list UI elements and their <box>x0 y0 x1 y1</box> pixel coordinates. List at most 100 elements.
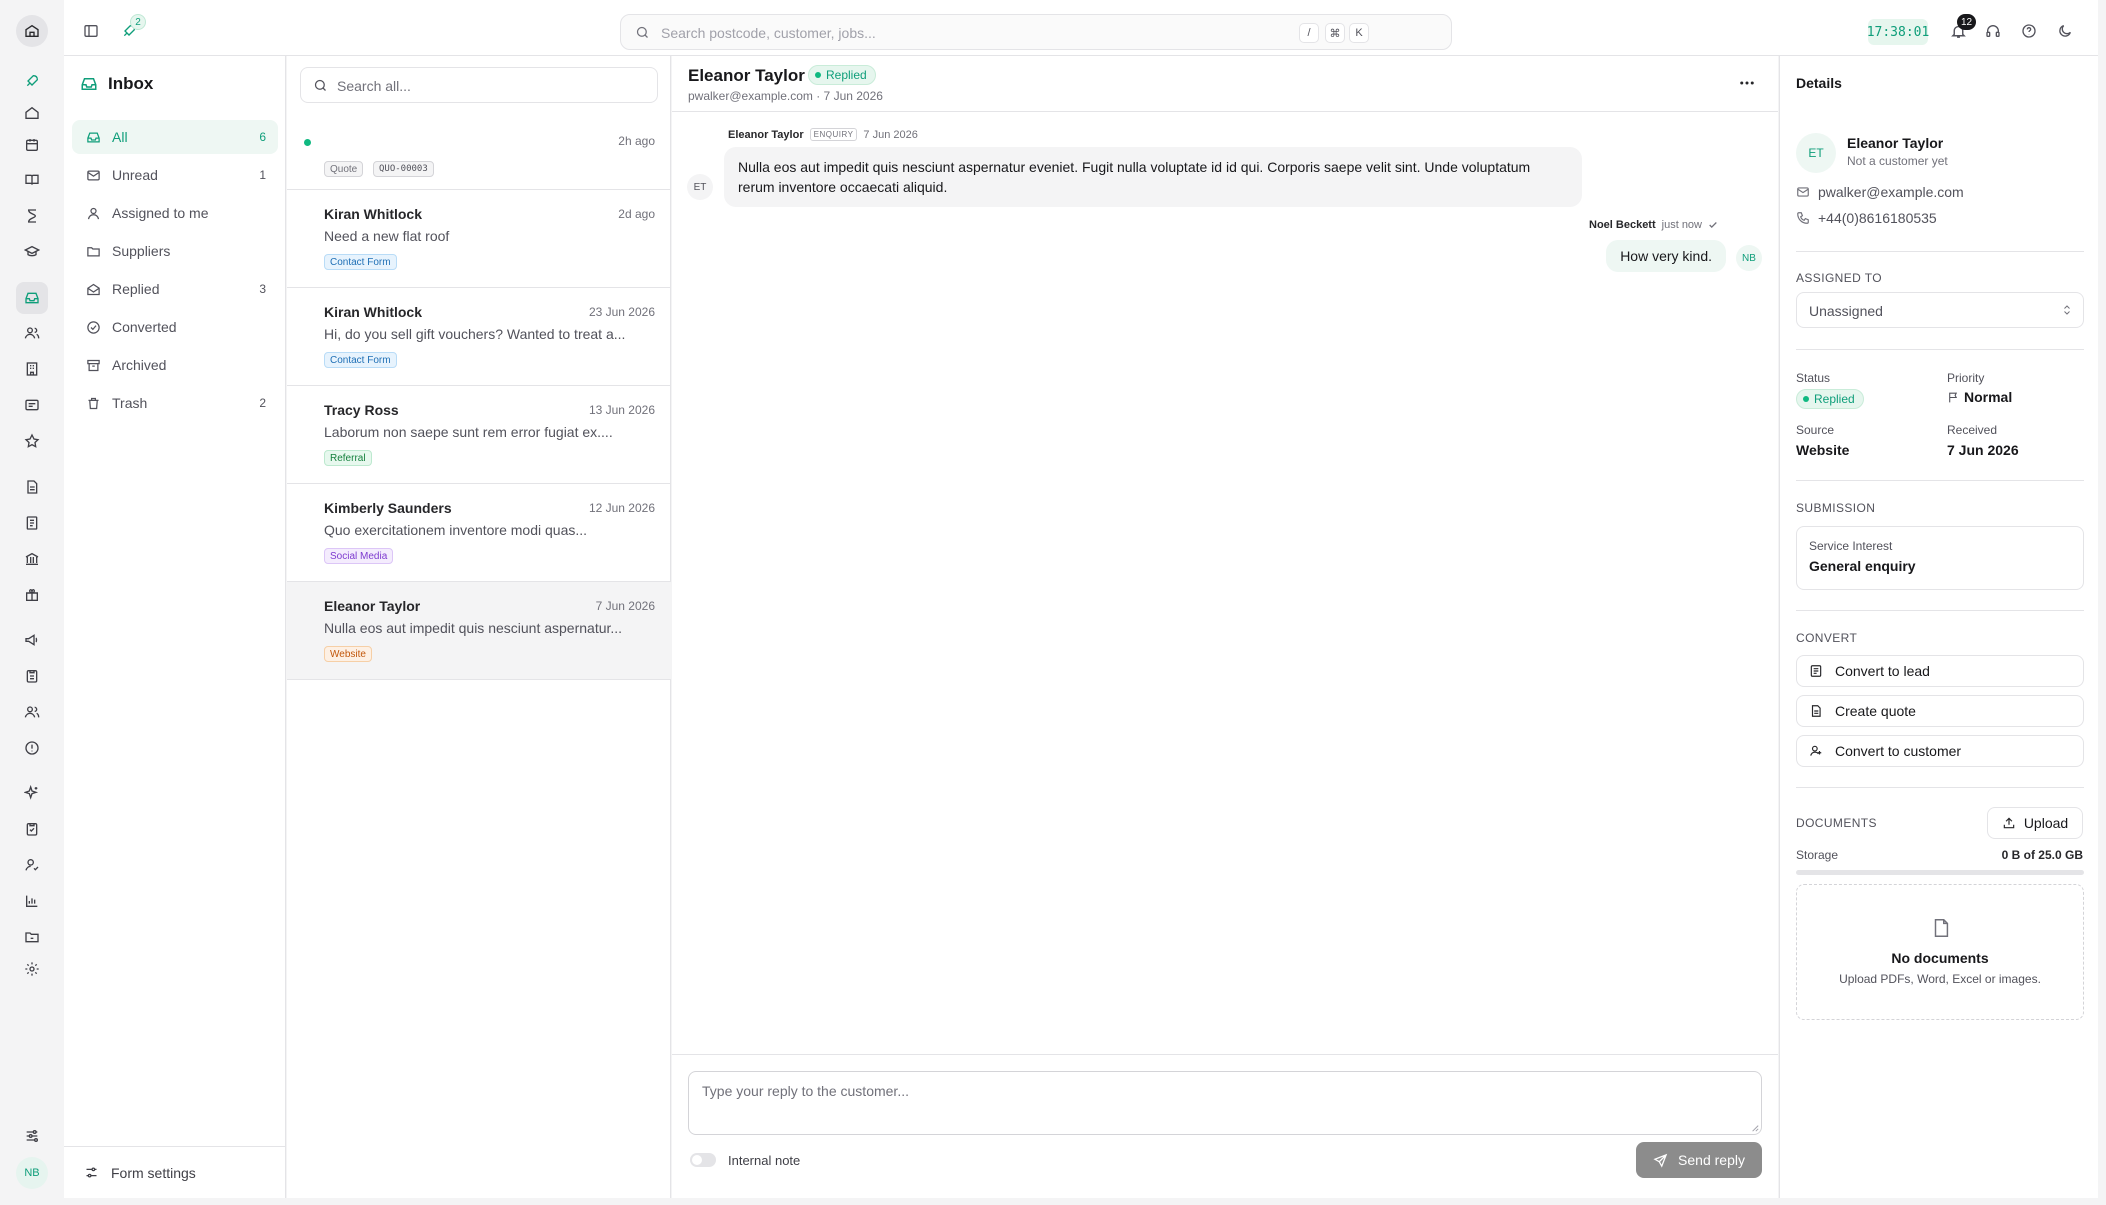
folder-label: Archived <box>112 357 167 373</box>
upload-icon <box>2002 816 2016 830</box>
send-reply-button[interactable]: Send reply <box>1636 1142 1762 1178</box>
conversation-name: Kimberly Saunders <box>324 500 452 516</box>
help-icon[interactable] <box>2018 20 2040 42</box>
assignee-select[interactable]: Unassigned <box>1796 292 2084 328</box>
alert-circle-icon[interactable] <box>20 736 44 760</box>
settings-icon[interactable] <box>20 957 44 981</box>
conversation-tag: Contact Form <box>324 352 397 368</box>
lead-card-icon <box>1809 664 1823 678</box>
reply-textarea[interactable]: Type your reply to the customer... <box>688 1071 1762 1135</box>
conversation-date: 2d ago <box>618 207 655 221</box>
divider <box>1796 349 2084 350</box>
contact-email-row[interactable]: pwalker@example.com <box>1796 184 1964 200</box>
internal-note-toggle[interactable] <box>690 1153 716 1167</box>
rocket-icon[interactable] <box>20 69 44 93</box>
hourglass-icon[interactable] <box>20 204 44 228</box>
book-icon[interactable] <box>20 168 44 192</box>
team-icon[interactable] <box>20 700 44 724</box>
receipt-icon[interactable] <box>20 393 44 417</box>
folder-icon[interactable] <box>20 925 44 949</box>
conversation-item[interactable]: Tracy Ross 13 Jun 2026 Laborum non saepe… <box>287 386 671 484</box>
sidebar-toggle-icon[interactable] <box>80 20 102 42</box>
folder-converted[interactable]: Converted <box>72 310 278 344</box>
details-title: Details <box>1796 75 1842 91</box>
folder-unread[interactable]: Unread 1 <box>72 158 278 192</box>
conversation-date: 2h ago <box>618 134 655 148</box>
assigned-to-heading: ASSIGNED TO <box>1796 271 1882 285</box>
user-check-icon[interactable] <box>20 853 44 877</box>
create-quote-button[interactable]: Create quote <box>1796 695 2084 727</box>
invoice-icon[interactable] <box>20 511 44 535</box>
dark-mode-icon[interactable] <box>2054 20 2076 42</box>
graduation-cap-icon[interactable] <box>20 240 44 264</box>
folder-trash[interactable]: Trash 2 <box>72 386 278 420</box>
home-icon[interactable] <box>20 101 44 125</box>
received-value: 7 Jun 2026 <box>1947 442 2019 458</box>
conversation-item[interactable]: Kiran Whitlock 23 Jun 2026 Hi, do you se… <box>287 288 671 386</box>
shortcut-k-key: K <box>1349 23 1369 43</box>
conversation-item[interactable]: Kiran Whitlock 2d ago Need a new flat ro… <box>287 190 671 288</box>
convert-heading: CONVERT <box>1796 631 1858 645</box>
storage-value: 0 B of 25.0 GB <box>2001 848 2083 862</box>
file-icon <box>1930 917 1952 939</box>
divider <box>1796 480 2084 481</box>
company-logo-icon[interactable] <box>16 15 48 47</box>
convert-to-customer-button[interactable]: Convert to customer <box>1796 735 2084 767</box>
conversation-tag: Social Media <box>324 548 394 564</box>
submission-card: Service Interest General enquiry <box>1796 526 2084 590</box>
clipboard-icon[interactable] <box>20 664 44 688</box>
more-options-icon[interactable] <box>1738 74 1756 92</box>
sliders-icon[interactable] <box>20 1124 44 1148</box>
check-circle-icon <box>84 318 102 336</box>
checklist-icon[interactable] <box>20 817 44 841</box>
contact-phone-row[interactable]: +44(0)8616180535 <box>1796 210 1937 226</box>
megaphone-icon[interactable] <box>20 628 44 652</box>
message-thread: Eleanor Taylor Replied pwalker@example.c… <box>672 56 1778 1198</box>
thread-header: Eleanor Taylor Replied pwalker@example.c… <box>672 56 1778 112</box>
quote-ref-tag: QUO-00003 <box>373 161 434 177</box>
folder-all[interactable]: All 6 <box>72 120 278 154</box>
convert-to-lead-button[interactable]: Convert to lead <box>1796 655 2084 687</box>
conversation-tag: Contact Form <box>324 254 397 270</box>
folder-suppliers[interactable]: Suppliers <box>72 234 278 268</box>
user-avatar[interactable]: NB <box>16 1157 48 1189</box>
reply-placeholder: Type your reply to the customer... <box>702 1083 909 1099</box>
search-icon <box>635 25 650 40</box>
outgoing-message-bubble: How very kind. <box>1606 240 1726 272</box>
trash-icon <box>84 394 102 412</box>
resize-handle-icon[interactable] <box>1751 1124 1759 1132</box>
sparkles-icon[interactable] <box>20 781 44 805</box>
inbox-title: Inbox <box>108 74 154 93</box>
list-search-input[interactable]: Search all... <box>300 67 658 103</box>
status-dot <box>1803 396 1809 402</box>
conversation-item[interactable]: Kimberly Saunders 12 Jun 2026 Quo exerci… <box>287 484 671 582</box>
global-search-input[interactable]: Search postcode, customer, jobs... / ⌘ K <box>620 14 1452 50</box>
folder-assigned-to-me[interactable]: Assigned to me <box>72 196 278 230</box>
conversation-item-selected[interactable]: Eleanor Taylor 7 Jun 2026 Nulla eos aut … <box>287 582 671 680</box>
gift-icon[interactable] <box>20 583 44 607</box>
inbox-icon[interactable] <box>16 282 48 314</box>
headset-icon[interactable] <box>1982 20 2004 42</box>
bank-icon[interactable] <box>20 547 44 571</box>
star-icon[interactable] <box>20 429 44 453</box>
bar-chart-icon[interactable] <box>20 889 44 913</box>
inbox-heading: Inbox <box>80 74 153 94</box>
upload-label: Upload <box>2023 815 2069 831</box>
folder-archived[interactable]: Archived <box>72 348 278 382</box>
status-dot <box>815 72 821 78</box>
form-settings-button[interactable]: Form settings <box>64 1146 286 1198</box>
no-documents-dropzone[interactable]: No documents Upload PDFs, Word, Excel or… <box>1796 884 2084 1020</box>
priority-label: Priority <box>1947 371 1985 385</box>
conversation-item[interactable]: 2h ago Quote QUO-00003 <box>287 117 671 190</box>
document-icon[interactable] <box>20 475 44 499</box>
folder-replied[interactable]: Replied 3 <box>72 272 278 306</box>
folder-label: Replied <box>112 281 160 297</box>
divider <box>1796 787 2084 788</box>
shortcut-cmd-key: ⌘ <box>1325 23 1345 43</box>
calendar-icon[interactable] <box>20 133 44 157</box>
users-icon[interactable] <box>20 321 44 345</box>
folder-count: 3 <box>259 282 266 296</box>
building-icon[interactable] <box>20 357 44 381</box>
upload-button[interactable]: Upload <box>1987 807 2083 839</box>
conversation-preview: Laborum non saepe sunt rem error fugiat … <box>324 424 613 440</box>
